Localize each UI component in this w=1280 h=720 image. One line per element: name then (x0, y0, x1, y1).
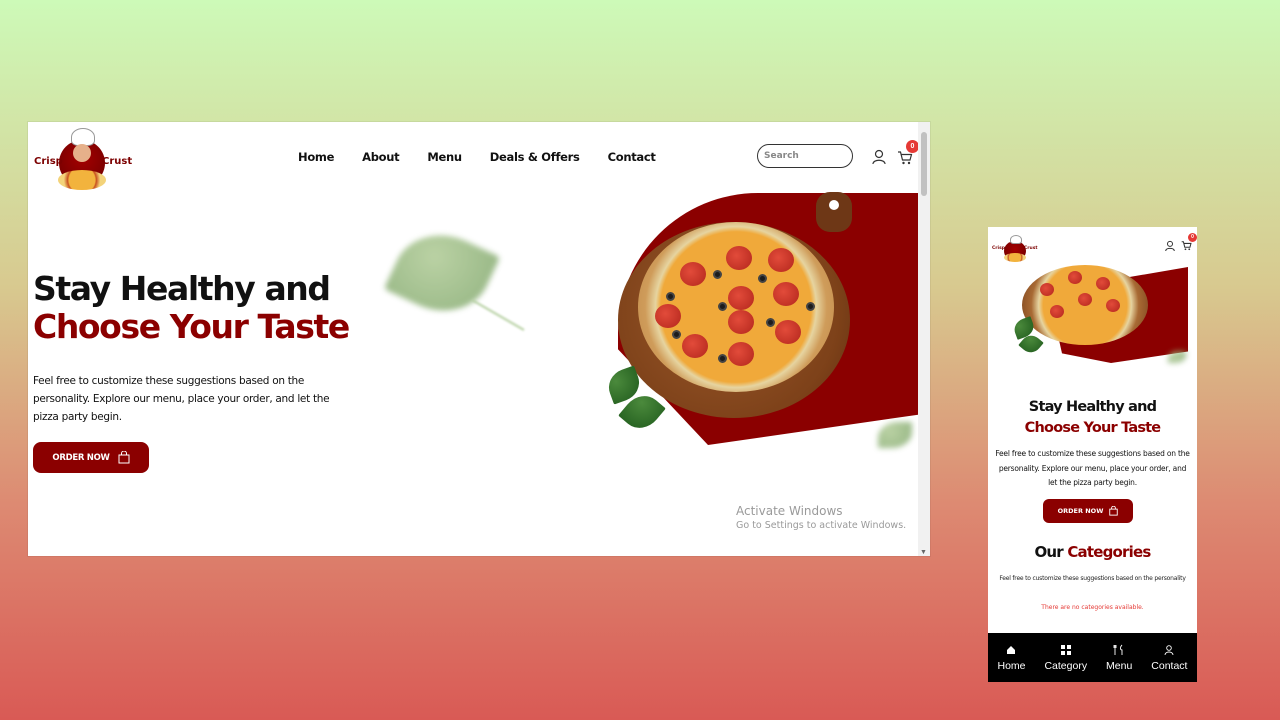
hero-heading: Stay Healthy and Choose Your Taste (33, 269, 350, 346)
pepperoni (655, 304, 681, 328)
scroll-down-arrow-icon[interactable]: ▼ (920, 549, 927, 556)
brand-word-right: Crust (1024, 246, 1038, 251)
chef-hat-icon (1010, 235, 1022, 244)
olive (672, 330, 681, 339)
bottom-nav-contact-label: Contact (1151, 659, 1188, 672)
watermark-title: Activate Windows (736, 504, 843, 518)
brand-logo[interactable]: Crisp Crust (34, 126, 133, 194)
categories-heading-our: Our (1034, 543, 1063, 561)
leaf-stem (471, 299, 525, 331)
brand-word-left: Crisp (34, 156, 63, 167)
bottom-nav-home-label: Home (997, 659, 1026, 672)
mobile-order-now-button[interactable]: ORDER NOW (1043, 499, 1133, 523)
utensils-icon (1113, 644, 1123, 655)
olive (713, 270, 722, 279)
desktop-window: Crisp Crust Home About Menu Deals & Offe… (28, 122, 930, 556)
olive (666, 292, 675, 301)
pepperoni (773, 282, 799, 306)
mobile-hero-line2: Choose Your Taste (1024, 420, 1161, 436)
hero-heading-line2: Choose Your Taste (33, 307, 350, 346)
vertical-scrollbar[interactable]: ▼ (918, 122, 930, 556)
bottom-nav-home[interactable]: Home (997, 644, 1026, 672)
pepperoni (768, 248, 794, 272)
grid-icon (1060, 644, 1071, 655)
pepperoni (1050, 305, 1064, 318)
pepperoni (728, 310, 754, 334)
olive (806, 302, 815, 311)
contact-icon (1164, 644, 1174, 655)
watermark-subtitle: Go to Settings to activate Windows. (736, 520, 907, 531)
blurred-leaf-small (878, 422, 912, 448)
hero-heading-line1: Stay Healthy and (33, 269, 331, 308)
olive (718, 354, 727, 363)
hero-description: Feel free to customize these suggestions… (33, 375, 330, 423)
bottom-nav-contact[interactable]: Contact (1151, 644, 1187, 672)
olive (718, 302, 727, 311)
order-now-label: ORDER NOW (1057, 507, 1104, 515)
blurred-leaf-small (1168, 351, 1186, 363)
mobile-brand-logo[interactable]: Crisp Crust (992, 233, 1038, 263)
categories-heading-categories: Categories (1067, 543, 1151, 561)
mobile-hero-description: Feel free to customize these suggestions… (995, 449, 1190, 487)
user-icon[interactable] (872, 149, 886, 165)
bottom-nav-category-label: Category (1044, 659, 1088, 672)
pepperoni (1078, 293, 1092, 306)
pepperoni (728, 286, 754, 310)
mobile-bottom-nav: Home Category Menu Contact (988, 633, 1197, 682)
cart-count-badge: 0 (1188, 233, 1197, 242)
search-input[interactable] (757, 144, 853, 168)
pepperoni (1096, 277, 1110, 290)
nav-contact[interactable]: Contact (608, 150, 656, 164)
pepperoni (775, 320, 801, 344)
bottom-nav-menu-label: Menu (1106, 659, 1133, 672)
pepperoni (726, 246, 752, 270)
nav-menu[interactable]: Menu (427, 150, 462, 164)
brand-word-right: Crust (102, 156, 133, 167)
pepperoni (1040, 283, 1054, 296)
blurred-leaf-image (383, 218, 501, 328)
pizza-logo-icon (58, 170, 106, 190)
order-now-button[interactable]: ORDER NOW (33, 442, 149, 473)
board-handle-hole (829, 200, 839, 210)
mobile-window: Crisp Crust 0 Stay Healthy and Choose Yo… (988, 227, 1197, 682)
home-icon (1007, 645, 1016, 654)
nav-deals[interactable]: Deals & Offers (490, 150, 580, 164)
order-now-label: ORDER NOW (52, 452, 110, 463)
shopping-bag-icon (118, 451, 130, 464)
nav-about[interactable]: About (362, 150, 400, 164)
olive (758, 274, 767, 283)
chef-face (73, 144, 91, 162)
pepperoni (728, 342, 754, 366)
nav-home[interactable]: Home (298, 150, 334, 164)
bottom-nav-menu[interactable]: Menu (1106, 644, 1132, 672)
brand-word-left: Crisp (992, 246, 1005, 251)
pepperoni (1106, 299, 1120, 312)
categories-subtitle: Feel free to customize these suggestions… (999, 575, 1186, 582)
mobile-hero-line1: Stay Healthy and (1028, 399, 1157, 415)
pizza-logo-icon (1004, 253, 1026, 262)
shopping-bag-icon (1109, 506, 1119, 516)
categories-empty-message: There are no categories available. (1041, 604, 1144, 611)
user-icon[interactable] (1165, 240, 1175, 252)
main-nav: Home About Menu Deals & Offers Contact (298, 150, 656, 164)
scrollbar-thumb[interactable] (921, 132, 927, 196)
bottom-nav-category[interactable]: Category (1044, 644, 1087, 672)
windows-activation-watermark: Activate Windows Go to Settings to activ… (736, 504, 906, 531)
pepperoni (1068, 271, 1082, 284)
olive (766, 318, 775, 327)
categories-heading: Our Categories (988, 543, 1197, 561)
pepperoni (680, 262, 706, 286)
board-handle (816, 192, 852, 232)
pepperoni (682, 334, 708, 358)
